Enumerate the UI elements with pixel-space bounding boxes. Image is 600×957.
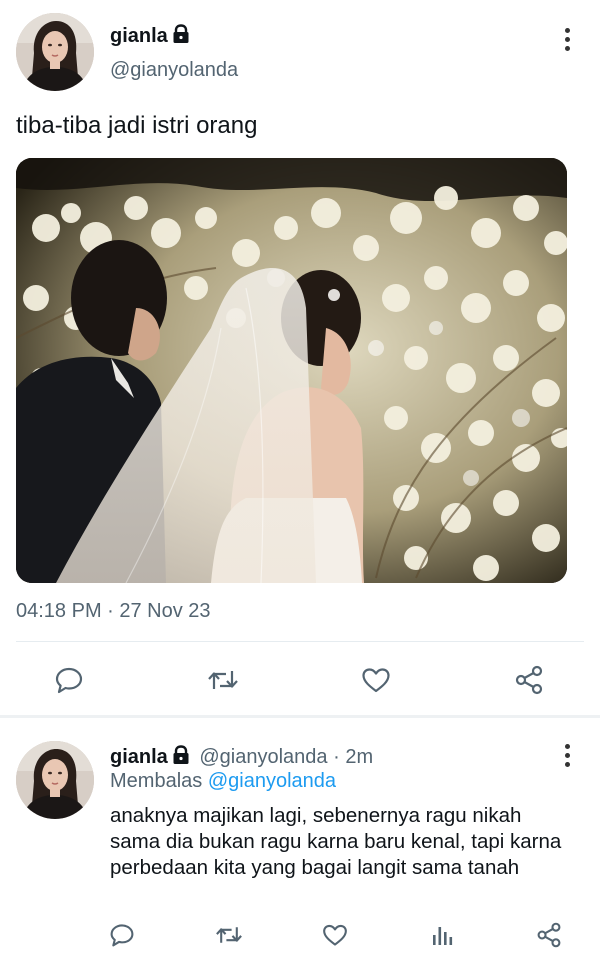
like-icon[interactable] xyxy=(318,918,352,952)
profile-photo xyxy=(16,13,94,91)
reply-avatar[interactable] xyxy=(16,741,94,819)
reply-header: gianla @gianyolanda · 2m xyxy=(110,745,373,769)
handle[interactable]: @gianyolanda xyxy=(110,59,238,82)
avatar[interactable] xyxy=(16,13,94,91)
lock-icon xyxy=(173,745,189,764)
replying-to: Membalas @gianyolanda xyxy=(110,770,336,793)
reply-separator: · xyxy=(333,746,340,768)
reply-handle[interactable]: @gianyolanda xyxy=(199,746,327,768)
tweet-timestamp[interactable]: 04:18 PM · 27 Nov 23 xyxy=(16,600,211,623)
retweet-icon[interactable] xyxy=(205,662,241,698)
wedding-photo xyxy=(16,158,567,583)
reply-icon[interactable] xyxy=(51,662,87,698)
share-icon[interactable] xyxy=(511,662,547,698)
analytics-icon[interactable] xyxy=(425,918,459,952)
reply-display-name[interactable]: gianla xyxy=(110,746,168,768)
section-divider xyxy=(0,715,600,718)
replying-prefix: Membalas xyxy=(110,770,203,792)
divider xyxy=(16,641,584,642)
tweet-media[interactable] xyxy=(16,158,567,583)
share-icon[interactable] xyxy=(532,918,566,952)
lock-icon xyxy=(173,24,189,43)
like-icon[interactable] xyxy=(358,662,394,698)
reply-text: anaknya majikan lagi, sebenernya ragu ni… xyxy=(110,804,562,879)
replying-mention[interactable]: @gianyolanda xyxy=(208,770,336,792)
author-name-row: gianla xyxy=(110,24,190,48)
retweet-icon[interactable] xyxy=(212,918,246,952)
profile-photo xyxy=(16,741,94,819)
more-options-icon[interactable] xyxy=(557,740,577,770)
reply-icon[interactable] xyxy=(105,918,139,952)
more-options-icon[interactable] xyxy=(557,24,577,54)
tweet-text: tiba-tiba jadi istri orang xyxy=(16,112,258,139)
display-name[interactable]: gianla xyxy=(110,25,168,47)
reply-time[interactable]: 2m xyxy=(345,746,373,768)
